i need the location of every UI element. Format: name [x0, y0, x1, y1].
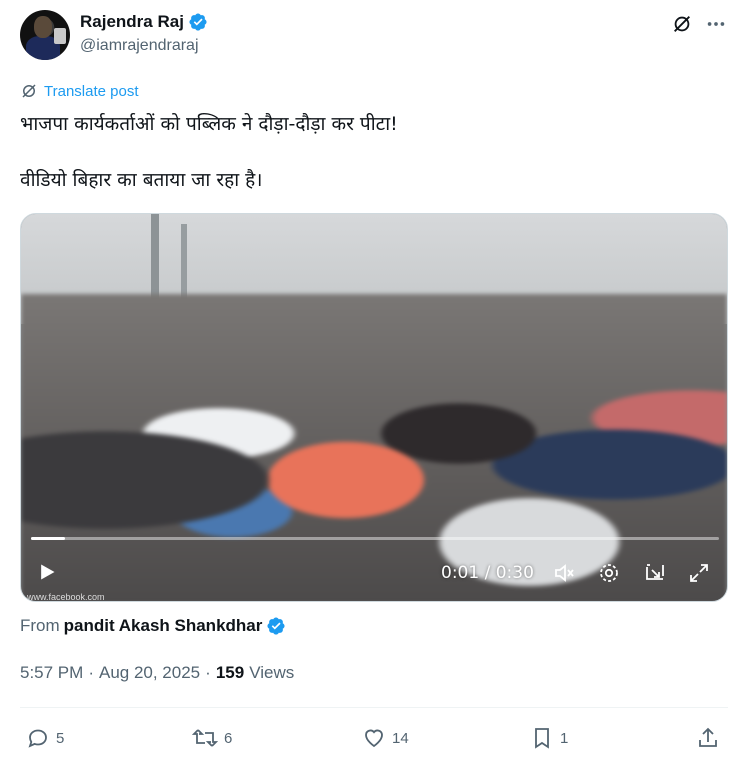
grok-icon[interactable] [670, 12, 694, 36]
translate-label: Translate post [44, 82, 139, 100]
mute-icon[interactable] [551, 560, 577, 586]
like-count: 14 [392, 729, 409, 747]
source-account-link[interactable]: pandit Akash Shankdhar [64, 616, 263, 636]
header-actions [670, 12, 728, 36]
more-options-icon[interactable] [704, 12, 728, 36]
author-handle[interactable]: @iamrajendraraj [80, 37, 199, 55]
repost-count: 6 [224, 729, 233, 747]
share-icon [699, 727, 717, 747]
post-text: भाजपा कार्यकर्ताओं को पब्लिक ने दौड़ा-दौ… [20, 110, 398, 222]
translate-icon [22, 84, 36, 98]
author-name-row: Rajendra Raj [80, 12, 208, 32]
video-watermark: www.facebook.com [27, 592, 105, 602]
share-button[interactable] [696, 726, 720, 750]
post-date[interactable]: Aug 20, 2025 [99, 663, 200, 683]
post-header: Rajendra Raj @iamrajendraraj [20, 10, 728, 62]
translate-post-link[interactable]: Translate post [20, 82, 139, 100]
post-actions: 5 6 14 1 [20, 722, 728, 756]
bookmark-count: 1 [560, 729, 569, 747]
video-source: From pandit Akash Shankdhar [20, 616, 286, 636]
verified-badge-icon [189, 13, 207, 31]
video-time: 0:01 / 0:30 [441, 563, 534, 583]
settings-gear-icon[interactable] [596, 560, 622, 586]
reply-icon [28, 729, 47, 748]
views-label: Views [249, 663, 295, 682]
post-time[interactable]: 5:57 PM [20, 663, 83, 683]
video-progress-fill [31, 537, 66, 540]
repost-icon [192, 729, 218, 747]
post-text-line-1: भाजपा कार्यकर्ताओं को पब्लिक ने दौड़ा-दौ… [20, 113, 398, 135]
bookmark-icon [535, 728, 549, 749]
video-controls: 0:01 / 0:30 [21, 550, 727, 594]
post-text-line-2: वीडियो बिहार का बताया जा रहा है। [20, 169, 263, 191]
picture-in-picture-icon[interactable] [642, 560, 668, 586]
verified-badge-icon [267, 617, 285, 635]
repost-button[interactable]: 6 [192, 726, 232, 750]
heart-icon [365, 729, 383, 748]
author-name[interactable]: Rajendra Raj [80, 12, 184, 32]
bookmark-button[interactable]: 1 [530, 726, 568, 750]
views-count: 159 [215, 663, 245, 682]
from-label: From [20, 616, 60, 635]
fullscreen-icon[interactable] [686, 560, 712, 586]
reply-button[interactable]: 5 [26, 726, 64, 750]
video-player[interactable]: 0:01 / 0:30 www.facebook.com [20, 213, 728, 602]
post-metadata: 5:57 PM · Aug 20, 2025 · 159 Views [20, 663, 295, 683]
reply-count: 5 [56, 729, 65, 747]
avatar[interactable] [20, 10, 70, 60]
video-progress-bar[interactable] [31, 537, 719, 540]
play-icon[interactable] [37, 562, 57, 582]
like-button[interactable]: 14 [362, 726, 409, 750]
divider [20, 707, 728, 708]
